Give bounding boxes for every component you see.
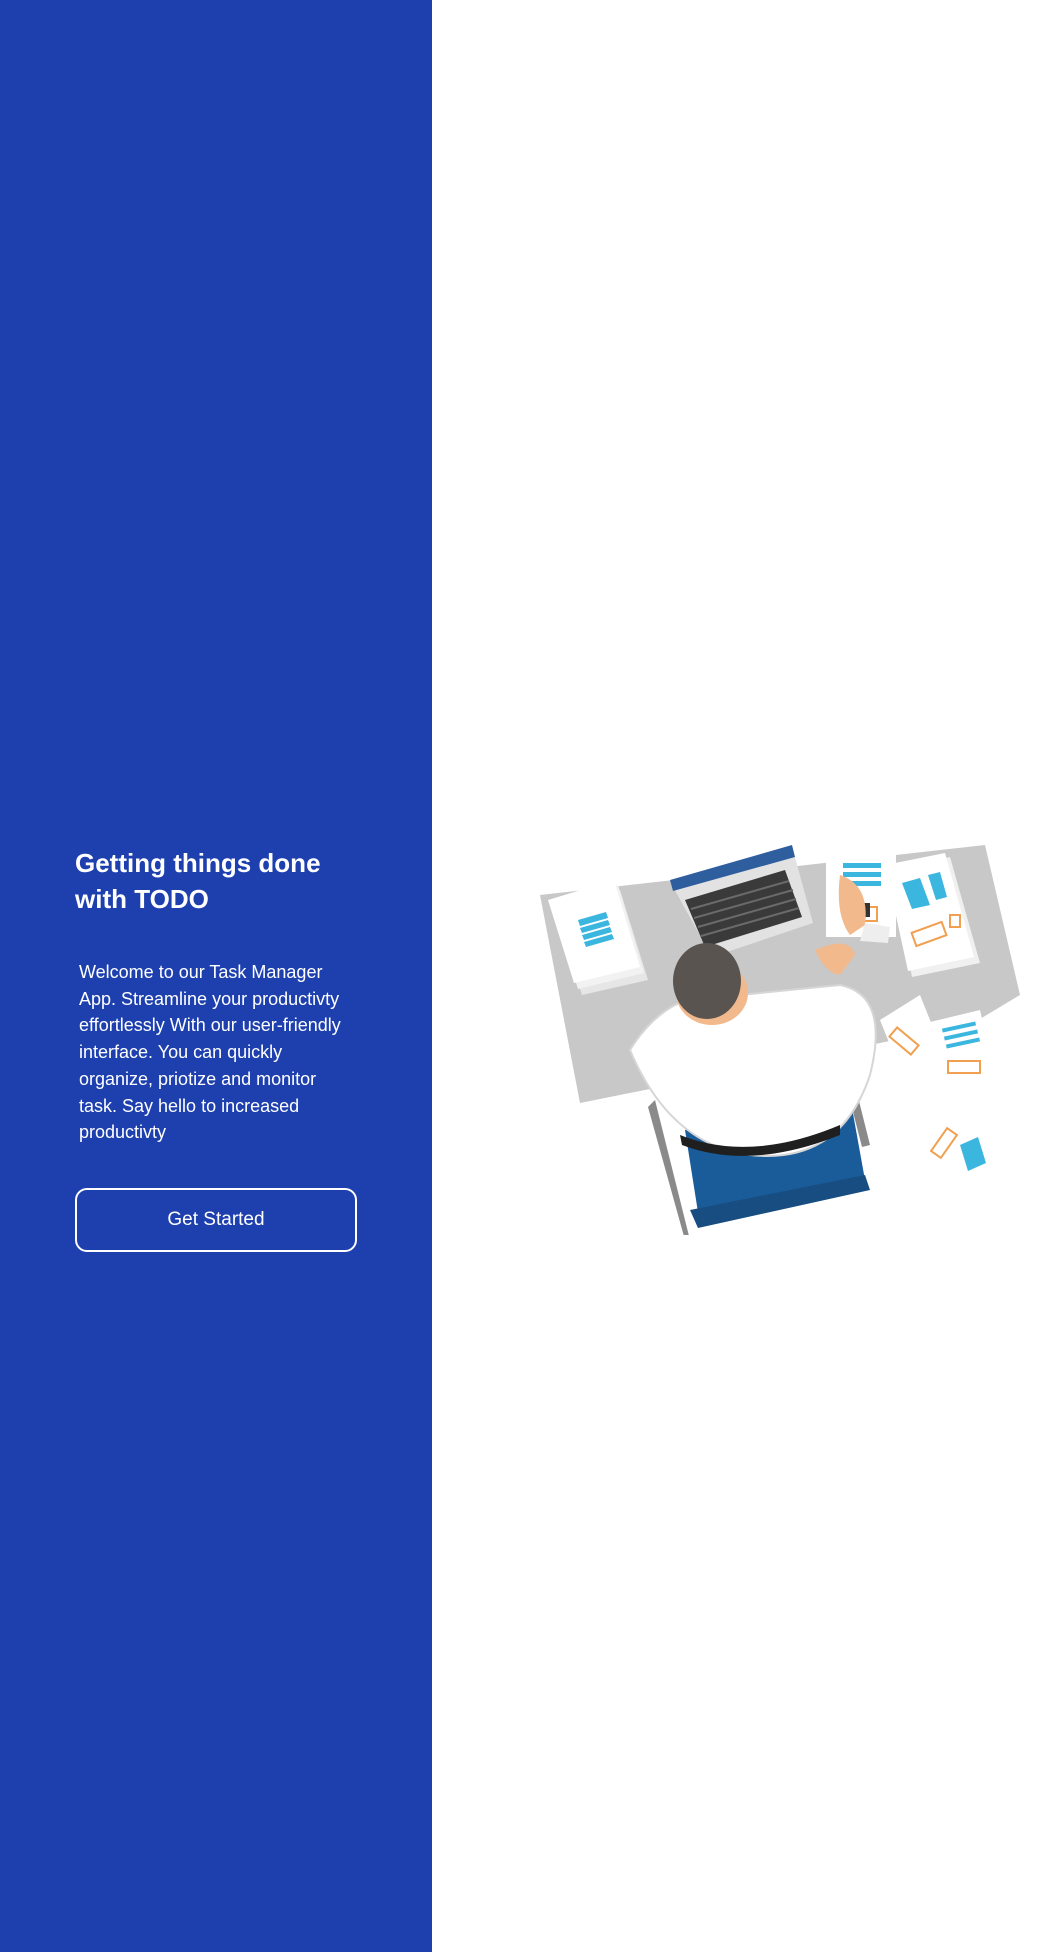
get-started-button[interactable]: Get Started (75, 1187, 357, 1252)
landing-layout: Getting things done with TODO Welcome to … (0, 0, 1059, 1952)
hero-title: Getting things done with TODO (75, 845, 355, 917)
desk-worker-illustration (540, 845, 1020, 1235)
scattered-documents (880, 995, 1002, 1195)
illustration-panel (432, 0, 1059, 1952)
hero-panel: Getting things done with TODO Welcome to … (0, 0, 432, 1952)
hero-title-line1: Getting things done (75, 848, 321, 878)
hero-title-line2: with TODO (75, 884, 209, 914)
hero-content: Getting things done with TODO Welcome to … (75, 845, 375, 1252)
hero-description: Welcome to our Task Manager App. Streaml… (79, 962, 341, 1143)
